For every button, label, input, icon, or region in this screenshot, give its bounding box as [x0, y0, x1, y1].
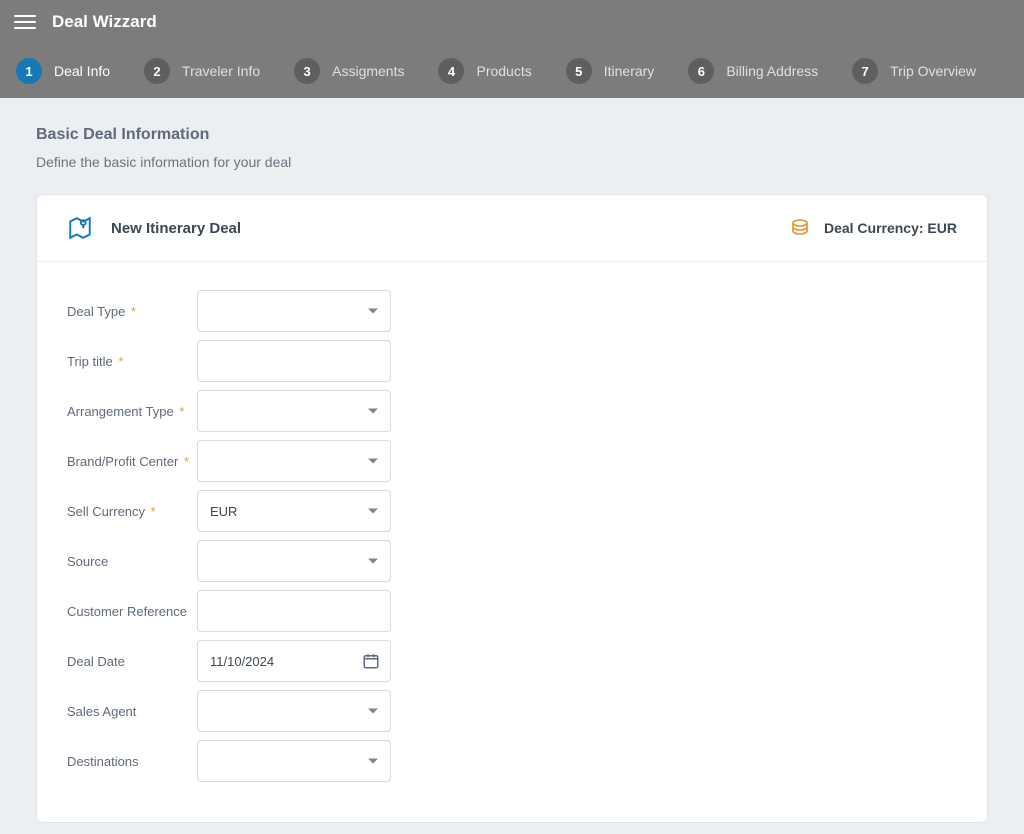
- step-number: 2: [144, 58, 170, 84]
- form-label: Source: [67, 554, 197, 569]
- step-number: 1: [16, 58, 42, 84]
- chevron-down-icon: [368, 459, 378, 464]
- step-label: Deal Info: [54, 63, 110, 79]
- step-number: 7: [852, 58, 878, 84]
- form-row-sell-currency: Sell Currency * EUR: [67, 486, 957, 536]
- step-label: Assigments: [332, 63, 404, 79]
- required-mark: *: [180, 454, 189, 469]
- step-4[interactable]: 4 Products: [438, 58, 531, 84]
- required-mark: *: [115, 354, 124, 369]
- form-row-source: Source: [67, 536, 957, 586]
- calendar-icon: [362, 652, 380, 670]
- form-label: Brand/Profit Center *: [67, 454, 197, 469]
- topbar: Deal Wizzard 1 Deal Info 2 Traveler Info 3 As…: [0, 0, 1024, 98]
- card-title: New Itinerary Deal: [111, 220, 241, 237]
- currency-label: Deal Currency: EUR: [824, 220, 957, 236]
- card-header: New Itinerary Deal Deal Currency: EUR: [37, 195, 987, 262]
- form-label: Deal Type *: [67, 304, 197, 319]
- coins-icon: [788, 216, 812, 240]
- chevron-down-icon: [368, 309, 378, 314]
- required-mark: *: [147, 504, 156, 519]
- step-1[interactable]: 1 Deal Info: [16, 58, 110, 84]
- deal-date-picker[interactable]: 11/10/2024: [197, 640, 391, 682]
- form-label: Sales Agent: [67, 704, 197, 719]
- section-subtitle: Define the basic information for your de…: [36, 154, 988, 170]
- date-value: 11/10/2024: [210, 654, 274, 669]
- step-number: 5: [566, 58, 592, 84]
- menu-icon[interactable]: [14, 11, 36, 33]
- brand-select[interactable]: [197, 440, 391, 482]
- app-title: Deal Wizzard: [52, 12, 157, 32]
- deal-type-select[interactable]: [197, 290, 391, 332]
- step-label: Trip Overview: [890, 63, 976, 79]
- sales-agent-select[interactable]: [197, 690, 391, 732]
- step-3[interactable]: 3 Assigments: [294, 58, 404, 84]
- destinations-select[interactable]: [197, 740, 391, 782]
- form-label: Deal Date: [67, 654, 197, 669]
- step-6[interactable]: 6 Billing Address: [688, 58, 818, 84]
- step-number: 4: [438, 58, 464, 84]
- customer-ref-input[interactable]: [210, 591, 378, 631]
- required-mark: *: [127, 304, 136, 319]
- section-title: Basic Deal Information: [36, 126, 988, 144]
- form-row-deal-date: Deal Date 11/10/2024: [67, 636, 957, 686]
- required-mark: *: [176, 404, 185, 419]
- step-number: 6: [688, 58, 714, 84]
- form-row-sales-agent: Sales Agent: [67, 686, 957, 736]
- arrangement-type-select[interactable]: [197, 390, 391, 432]
- stepper: 1 Deal Info 2 Traveler Info 3 Assigments 4 Prod…: [14, 44, 1010, 98]
- form-row-customer-ref: Customer Reference: [67, 586, 957, 636]
- step-label: Billing Address: [726, 63, 818, 79]
- form-label: Trip title *: [67, 354, 197, 369]
- form-label: Destinations: [67, 754, 197, 769]
- step-2[interactable]: 2 Traveler Info: [144, 58, 260, 84]
- page-body: Basic Deal Information Define the basic …: [0, 98, 1024, 834]
- form-row-trip-title: Trip title *: [67, 336, 957, 386]
- trip-title-input[interactable]: [210, 341, 378, 381]
- trip-title-input-wrap: [197, 340, 391, 382]
- form-row-brand: Brand/Profit Center *: [67, 436, 957, 486]
- chevron-down-icon: [368, 559, 378, 564]
- topbar-row: Deal Wizzard: [14, 0, 1010, 44]
- chevron-down-icon: [368, 509, 378, 514]
- step-5[interactable]: 5 Itinerary: [566, 58, 655, 84]
- form-label: Customer Reference: [67, 604, 197, 619]
- step-label: Traveler Info: [182, 63, 260, 79]
- source-select[interactable]: [197, 540, 391, 582]
- step-number: 3: [294, 58, 320, 84]
- customer-ref-input-wrap: [197, 590, 391, 632]
- chevron-down-icon: [368, 759, 378, 764]
- step-label: Products: [476, 63, 531, 79]
- step-label: Itinerary: [604, 63, 655, 79]
- card-header-left: New Itinerary Deal: [67, 215, 241, 241]
- card-header-right: Deal Currency: EUR: [788, 216, 957, 240]
- select-value: EUR: [210, 504, 237, 519]
- chevron-down-icon: [368, 709, 378, 714]
- map-pin-icon: [67, 215, 93, 241]
- form-label: Sell Currency *: [67, 504, 197, 519]
- form-label: Arrangement Type *: [67, 404, 197, 419]
- step-7[interactable]: 7 Trip Overview: [852, 58, 976, 84]
- form-row-destinations: Destinations: [67, 736, 957, 786]
- deal-card: New Itinerary Deal Deal Currency: EUR De…: [36, 194, 988, 823]
- form-row-arrangement-type: Arrangement Type *: [67, 386, 957, 436]
- chevron-down-icon: [368, 409, 378, 414]
- form-row-deal-type: Deal Type *: [67, 286, 957, 336]
- form: Deal Type * Trip title * Arrangement Type …: [37, 262, 987, 822]
- sell-currency-select[interactable]: EUR: [197, 490, 391, 532]
